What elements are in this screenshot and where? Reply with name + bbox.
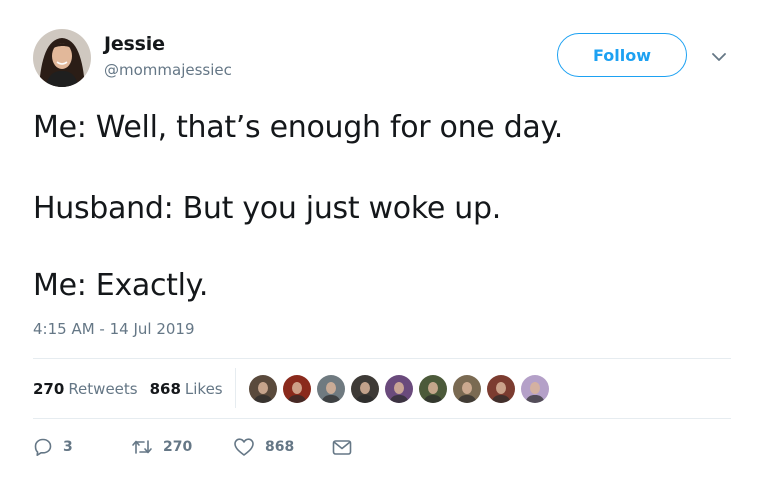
likes-stat[interactable]: 868 Likes [150, 380, 223, 398]
retweets-count: 270 [33, 380, 65, 398]
author-avatar[interactable] [33, 29, 91, 87]
tweet-text-line: Me: Exactly. [33, 268, 209, 303]
author-handle[interactable]: @mommajessiec [104, 61, 232, 79]
reply-button[interactable]: 3 [33, 434, 73, 460]
liker-avatar[interactable] [316, 374, 346, 404]
stats-separator [235, 368, 236, 408]
retweets-label: Retweets [68, 380, 138, 398]
liker-avatar[interactable] [248, 374, 278, 404]
envelope-icon [331, 437, 353, 457]
liker-avatar[interactable] [520, 374, 550, 404]
liker-avatar[interactable] [486, 374, 516, 404]
follow-button[interactable]: Follow [557, 33, 687, 77]
like-count: 868 [265, 439, 295, 455]
retweets-stat[interactable]: 270 Retweets [33, 380, 138, 398]
tweet-card: Jessie @mommajessiec Follow Me: Well, th… [0, 0, 764, 480]
direct-message-button[interactable] [331, 434, 353, 460]
liker-avatar[interactable] [452, 374, 482, 404]
divider [33, 418, 731, 419]
retweet-button[interactable]: 270 [131, 434, 192, 460]
liker-avatar[interactable] [418, 374, 448, 404]
likes-count: 868 [149, 380, 181, 398]
retweet-count: 270 [163, 439, 193, 455]
retweet-icon [131, 437, 153, 457]
reply-icon [33, 437, 53, 457]
tweet-timestamp[interactable]: 4:15 AM - 14 Jul 2019 [33, 320, 195, 338]
like-button[interactable]: 868 [233, 434, 294, 460]
engagement-stats: 270 Retweets 868 Likes [33, 378, 223, 400]
liker-avatar[interactable] [384, 374, 414, 404]
liker-avatar[interactable] [282, 374, 312, 404]
heart-icon [233, 437, 255, 457]
liker-avatar[interactable] [350, 374, 380, 404]
liker-avatars [248, 374, 554, 404]
divider [33, 358, 731, 359]
tweet-text-line: Me: Well, that’s enough for one day. [33, 110, 563, 145]
likes-label: Likes [184, 380, 223, 398]
reply-count: 3 [63, 439, 73, 455]
chevron-down-icon[interactable] [708, 48, 730, 66]
author-name[interactable]: Jessie [104, 33, 165, 55]
tweet-text-line: Husband: But you just woke up. [33, 191, 501, 226]
